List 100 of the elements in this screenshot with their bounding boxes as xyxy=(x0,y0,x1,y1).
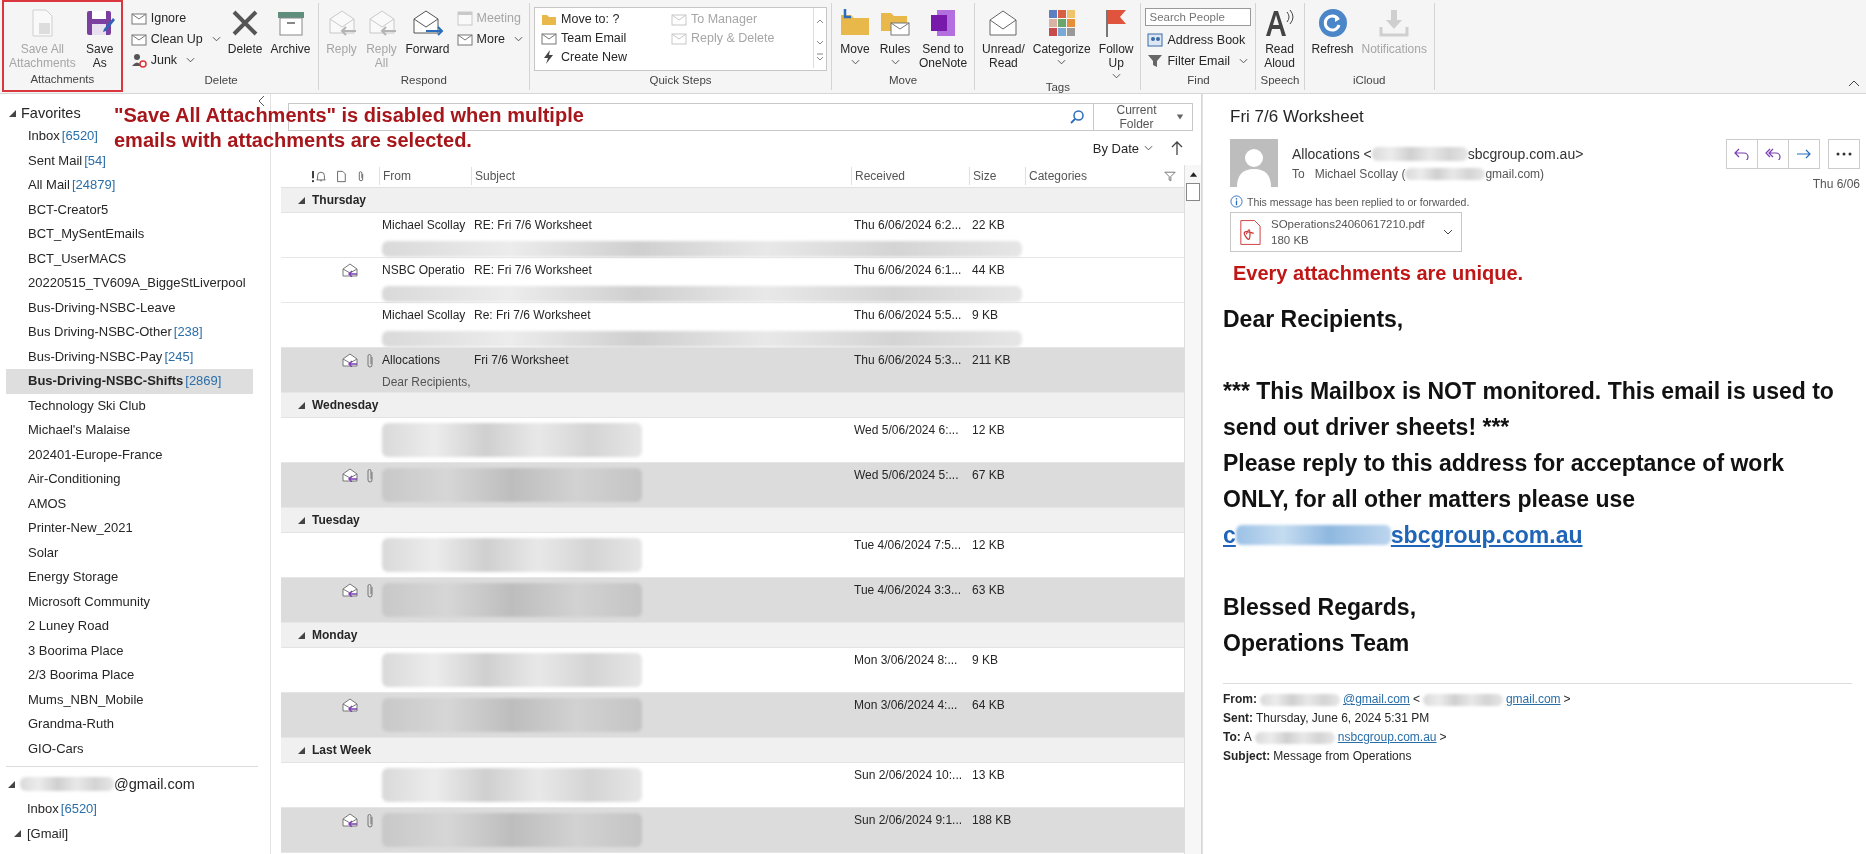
sort-direction-icon[interactable] xyxy=(1171,140,1183,156)
message-row[interactable]: Tue 4/06/2024 7:5... 12 KB xyxy=(281,533,1184,578)
message-row[interactable]: Sun 2/06/2024 9:1... 188 KB xyxy=(281,808,1184,853)
message-row[interactable]: Michael Scollay Re: Fri 7/6 Worksheet Thu 6/06/2024 5:5... 9 KB xyxy=(281,303,1184,348)
email-link[interactable]: gmail.com xyxy=(1505,690,1561,709)
folder-item[interactable]: Bus-Driving-NSBC-Shifts[2869] xyxy=(6,369,253,394)
folder-item[interactable]: BCT_UserMACS xyxy=(6,246,131,271)
folder-item[interactable]: Solar xyxy=(6,540,63,565)
folder-item[interactable]: Michael's Malaise xyxy=(6,418,135,443)
ribbon-button[interactable]: Rules xyxy=(876,5,915,67)
email-link[interactable]: nsbcgroup.com.au xyxy=(1337,728,1437,747)
scroll-up-icon[interactable] xyxy=(1188,171,1198,177)
reply-all-button[interactable] xyxy=(1757,139,1789,169)
message-row[interactable]: Wed 5/06/2024 5:... 67 KB xyxy=(281,463,1184,508)
folder-item[interactable]: Grandma-Ruth xyxy=(6,712,118,737)
folder-item[interactable]: BCT_MySentEmails xyxy=(6,222,149,247)
ribbon-button[interactable]: Filter Email xyxy=(1145,51,1252,70)
subject-text: RE: Fri 7/6 Worksheet xyxy=(474,218,592,232)
received-date: Sun 2/06/2024 9:1... xyxy=(854,813,964,829)
folder-item[interactable]: Bus-Driving-NSBC-Leave xyxy=(6,295,180,320)
message-row[interactable]: Mon 3/06/2024 4:... 64 KB xyxy=(281,693,1184,738)
collapse-ribbon-icon[interactable] xyxy=(1848,79,1860,87)
folder-item[interactable]: Inbox[6520] xyxy=(27,797,97,822)
ribbon-button[interactable]: Ignore xyxy=(128,8,223,27)
collapse-triangle-icon[interactable] xyxy=(9,109,16,117)
ribbon-button[interactable]: Archive xyxy=(267,5,314,58)
collapse-triangle-icon[interactable] xyxy=(14,830,21,838)
message-row[interactable]: Michael Scollay RE: Fri 7/6 Worksheet Thu 6/06/2024 6:2... 22 KB xyxy=(281,213,1184,258)
folder-item[interactable]: Energy Storage xyxy=(6,565,123,590)
message-row[interactable]: NSBC Operatio RE: Fri 7/6 Worksheet Thu 6/06/2024 6:1... 44 KB xyxy=(281,258,1184,303)
sender-name: Michael Scollay xyxy=(382,308,466,322)
folder-item[interactable]: 20220515_TV609A_BiggeStLiverpool xyxy=(6,271,250,296)
message-size: 67 KB xyxy=(972,468,1006,484)
message-row[interactable]: Wed 5/06/2024 6:... 12 KB xyxy=(281,418,1184,463)
ribbon-button[interactable]: More xyxy=(454,29,526,48)
folder-item[interactable]: Microsoft Community xyxy=(6,589,155,614)
ribbon-button[interactable]: Junk xyxy=(128,50,223,69)
column-header[interactable]: From xyxy=(379,167,471,185)
attachment-card[interactable]: SOperations24060617210.pdf 180 KB xyxy=(1230,212,1462,252)
folder-item[interactable]: 202401-Europe-France xyxy=(6,442,167,467)
search-people-field[interactable]: Search People xyxy=(1145,8,1252,26)
ribbon-button[interactable]: Categorize xyxy=(1029,5,1094,67)
quick-step[interactable]: Team Email xyxy=(539,28,670,47)
calendar-icon xyxy=(456,9,473,26)
folder-item[interactable]: AMOS xyxy=(6,491,71,516)
filter-icon[interactable] xyxy=(1164,169,1176,183)
message-row[interactable]: Tue 4/06/2024 3:3... 63 KB xyxy=(281,578,1184,623)
ribbon-button[interactable]: Send to OneNote xyxy=(916,5,971,72)
quick-step[interactable]: Move to: ? xyxy=(539,9,670,28)
sort-button[interactable]: By Date xyxy=(1092,140,1153,156)
folder-item[interactable]: Mums_NBN_Mobile xyxy=(6,687,148,712)
ribbon-button[interactable]: Read Aloud xyxy=(1260,5,1299,72)
quick-step[interactable]: Create New xyxy=(539,47,670,66)
collapse-triangle-icon[interactable] xyxy=(298,196,305,204)
collapse-triangle-icon[interactable] xyxy=(298,746,305,754)
column-header[interactable]: Categories xyxy=(1025,167,1164,185)
ribbon-button[interactable]: Forward xyxy=(402,5,453,58)
column-header[interactable]: Size xyxy=(969,167,1025,185)
ribbon-button[interactable]: Refresh xyxy=(1308,5,1357,58)
scope-dropdown[interactable]: Current Folder xyxy=(1094,104,1192,130)
folder-item[interactable]: Inbox[6520] xyxy=(6,124,102,149)
signature: Operations Team xyxy=(1223,629,1411,658)
message-row[interactable]: Allocations Fri 7/6 Worksheet Thu 6/06/2024 5:3... 211 KB Dear Recipients, xyxy=(281,348,1184,393)
caret-icon[interactable] xyxy=(1443,229,1453,235)
email-link[interactable]: @gmail.com xyxy=(1343,690,1410,709)
folder-item[interactable]: [Gmail] xyxy=(27,821,69,846)
folder-item[interactable]: Bus Driving-NSBC-Other[238] xyxy=(6,320,207,345)
scroll-thumb[interactable] xyxy=(1186,183,1200,201)
reply-button[interactable] xyxy=(1726,139,1758,169)
folder-item[interactable]: 3 Boorima Place xyxy=(6,638,128,663)
message-row[interactable]: Sun 2/06/2024 10:... 13 KB xyxy=(281,763,1184,808)
document-icon[interactable] xyxy=(335,169,347,183)
collapse-triangle-icon[interactable] xyxy=(8,780,15,788)
ribbon-button[interactable]: Follow Up xyxy=(1095,5,1137,81)
collapse-triangle-icon[interactable] xyxy=(298,631,305,639)
ribbon-button[interactable]: Clean Up xyxy=(128,29,223,48)
folder-item[interactable]: BCT-Creator5 xyxy=(6,197,113,222)
ribbon-button[interactable]: Move xyxy=(836,5,875,67)
ribbon-button[interactable]: Unread/ Read xyxy=(979,5,1028,72)
ribbon-button[interactable]: Delete xyxy=(224,5,266,58)
folder-item[interactable]: Printer-New_2021 xyxy=(6,516,137,541)
column-header[interactable]: Received xyxy=(851,167,969,185)
folder-item[interactable]: Sent Mail[54] xyxy=(6,148,110,173)
email-link[interactable]: c sbcgroup.com.au xyxy=(1223,517,1583,553)
ribbon-button[interactable]: Address Book xyxy=(1145,30,1252,49)
message-row[interactable]: Mon 3/06/2024 8:... 9 KB xyxy=(281,648,1184,693)
folder-item[interactable]: Bus-Driving-NSBC-Pay[245] xyxy=(6,344,198,369)
collapse-triangle-icon[interactable] xyxy=(298,516,305,524)
bell-icon[interactable] xyxy=(315,169,327,183)
folder-item[interactable]: 2 Luney Road xyxy=(6,614,113,639)
scrollbar[interactable] xyxy=(1184,165,1201,854)
column-header[interactable]: Subject xyxy=(471,167,851,185)
collapse-pane-icon[interactable] xyxy=(257,95,265,107)
folder-item[interactable]: All Mail[24879] xyxy=(6,173,120,198)
folder-item[interactable]: GIO-Cars xyxy=(6,736,88,761)
folder-item[interactable]: 2/3 Boorima Place xyxy=(6,663,139,688)
ribbon-button[interactable]: Save As xyxy=(80,5,119,72)
folder-item[interactable]: Air-Conditioning xyxy=(6,467,125,492)
collapse-triangle-icon[interactable] xyxy=(298,401,305,409)
folder-item[interactable]: Technology Ski Club xyxy=(6,393,150,418)
